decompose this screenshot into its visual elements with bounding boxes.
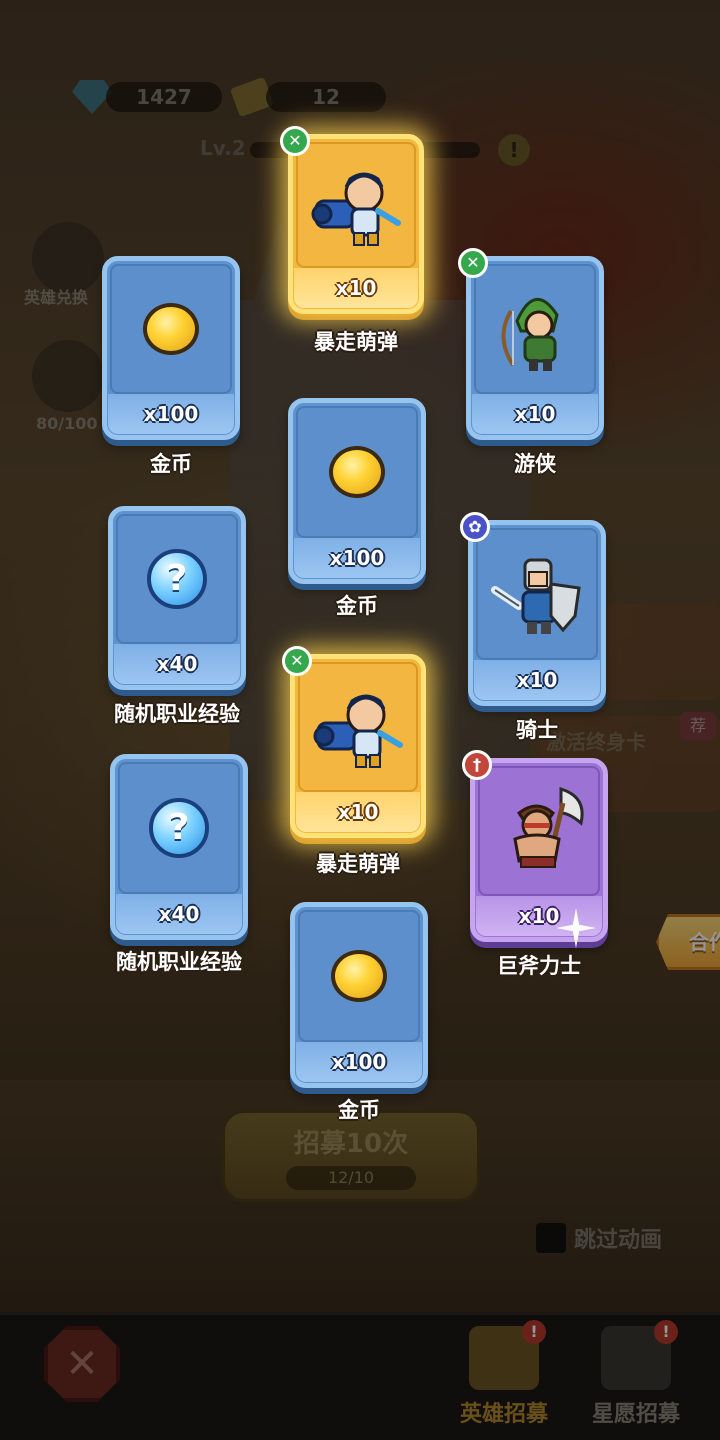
reward-name: 随机职业经验 [114, 702, 240, 726]
reward-card[interactable]: x10 ✿ 骑士 [460, 512, 606, 742]
reward-name: 金币 [336, 594, 378, 618]
reward-name: 骑士 [516, 718, 558, 742]
ranger-archer-icon [501, 297, 559, 371]
reward-name: 巨斧力士 [497, 954, 581, 978]
reward-quantity: x10 [518, 904, 560, 928]
reward-name: 暴走萌弹 [314, 330, 398, 354]
reward-quantity: x40 [156, 652, 198, 676]
reward-quantity: x10 [516, 668, 558, 692]
reward-name: 游侠 [514, 452, 556, 476]
reward-quantity: x10 [514, 402, 556, 426]
reward-name: 暴走萌弹 [316, 852, 400, 876]
reward-quantity: x100 [143, 402, 199, 426]
reward-card[interactable]: ? x40 随机职业经验 [108, 506, 246, 726]
reward-quantity: x100 [329, 546, 385, 570]
knight-sword-shield-icon [491, 558, 581, 634]
crossed-arrows-icon: ✕ [280, 126, 310, 156]
cannon-hero-icon [311, 172, 401, 246]
gold-coin-icon [143, 303, 199, 355]
reward-name: 金币 [150, 452, 192, 476]
crossed-arrows-icon: ✕ [458, 248, 488, 278]
reward-card[interactable]: x10 † 巨斧力士 [462, 750, 608, 978]
reward-card[interactable]: x100 金币 [290, 902, 428, 1122]
reward-card[interactable]: x100 金币 [288, 398, 426, 618]
gold-coin-icon [329, 446, 385, 498]
paw-icon: ✿ [460, 512, 490, 542]
gold-coin-icon [331, 950, 387, 1002]
reward-card[interactable]: x10 ✕ 暴走萌弹 [282, 646, 426, 876]
question-orb-icon: ? [147, 549, 207, 609]
reward-quantity: x10 [335, 276, 377, 300]
question-orb-icon: ? [149, 798, 209, 858]
axe-warrior-icon [513, 786, 584, 868]
reward-quantity: x10 [337, 800, 379, 824]
reward-quantity: x100 [331, 1050, 387, 1074]
reward-quantity: x40 [158, 902, 200, 926]
reward-card[interactable]: x10 ✕ 暴走萌弹 [280, 126, 424, 354]
reward-name: 金币 [338, 1098, 380, 1122]
reward-card[interactable]: ? x40 随机职业经验 [110, 754, 248, 974]
cannon-hero-icon [313, 694, 403, 768]
reward-card[interactable]: x100 金币 [102, 256, 240, 476]
crossed-arrows-icon: ✕ [282, 646, 312, 676]
reward-card[interactable]: x10 ✕ 游侠 [458, 248, 604, 476]
sword-icon: † [462, 750, 492, 780]
reward-name: 随机职业经验 [116, 950, 242, 974]
